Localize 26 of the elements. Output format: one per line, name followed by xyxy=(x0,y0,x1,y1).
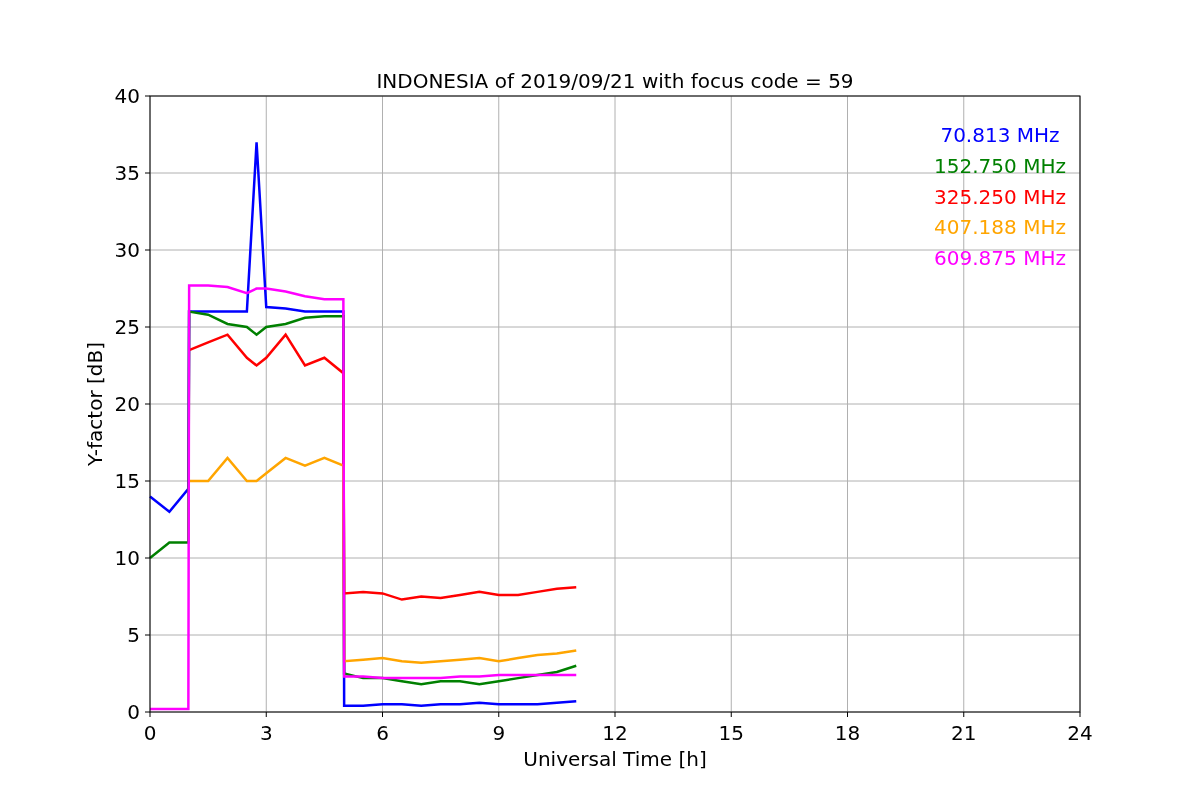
tick-label: 9 xyxy=(492,721,506,745)
tick-label: 3 xyxy=(259,721,273,745)
tick-label: 12 xyxy=(602,721,628,745)
tick-label: 15 xyxy=(114,469,140,493)
axis-label: Y-factor [dB] xyxy=(83,342,107,466)
tick-label: 15 xyxy=(718,721,744,745)
chart-title: INDONESIA of 2019/09/21 with focus code = 59 xyxy=(376,69,854,93)
legend-label: 70.813 MHz xyxy=(940,123,1060,147)
tick-label: 30 xyxy=(114,238,140,262)
tick-label: 10 xyxy=(114,546,140,570)
legend-label: 609.875 MHz xyxy=(934,246,1066,271)
tick-label: 18 xyxy=(834,721,861,745)
tick-label: 6 xyxy=(376,721,389,745)
axis-label: Universal Time [h] xyxy=(523,747,707,771)
legend-label: 325.250 MHz xyxy=(934,184,1066,209)
legend-label: 407.188 MHz xyxy=(934,215,1066,240)
tick-label: 25 xyxy=(114,315,140,339)
tick-label: 0 xyxy=(127,700,140,724)
legend-label: 152.750 MHz xyxy=(934,153,1066,178)
tick-label: 35 xyxy=(114,161,140,185)
tick-label: 40 xyxy=(114,84,140,108)
tick-label: 0 xyxy=(143,721,157,745)
tick-label: 20 xyxy=(114,392,140,416)
tick-label: 5 xyxy=(127,623,140,647)
tick-label: 24 xyxy=(1067,721,1093,745)
tick-label: 21 xyxy=(951,721,977,745)
